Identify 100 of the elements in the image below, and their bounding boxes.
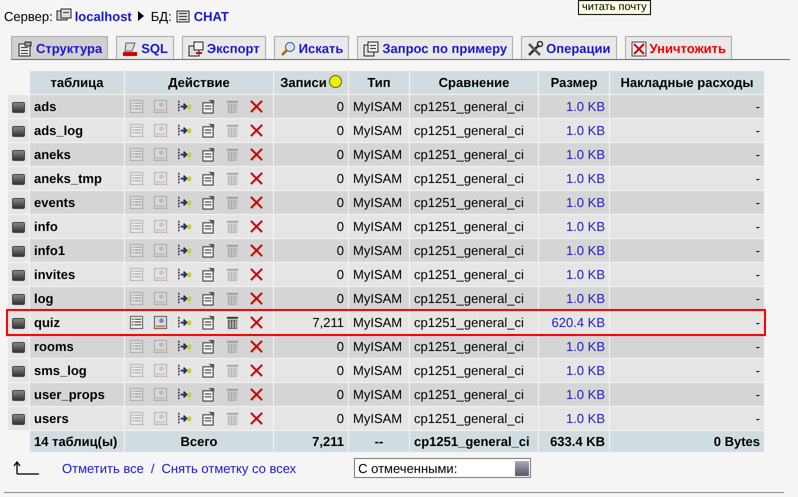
insert-icon[interactable] (177, 291, 192, 306)
table-name[interactable]: ads (30, 95, 124, 118)
checkbox[interactable] (12, 366, 25, 378)
table-name[interactable]: quiz (30, 311, 124, 334)
document-icon[interactable] (201, 99, 216, 114)
cross-icon[interactable] (249, 171, 264, 186)
table-name[interactable]: aneks_tmp (30, 167, 124, 190)
cross-icon[interactable] (249, 99, 264, 114)
insert-icon[interactable] (177, 171, 192, 186)
cross-icon[interactable] (249, 387, 264, 402)
server-link[interactable]: localhost (74, 8, 132, 24)
size-link[interactable]: 620.4 KB (539, 311, 609, 334)
tab[interactable]: Структура (11, 36, 108, 59)
size-link[interactable]: 1.0 KB (539, 335, 609, 358)
cross-icon[interactable] (249, 219, 264, 234)
list-icon[interactable] (129, 315, 144, 330)
checkbox[interactable] (12, 198, 25, 210)
insert-icon[interactable] (177, 195, 192, 210)
cross-icon[interactable] (249, 243, 264, 258)
tab[interactable]: Операции (521, 36, 617, 59)
size-link[interactable]: 1.0 KB (539, 407, 609, 430)
insert-icon[interactable] (177, 387, 192, 402)
document-icon[interactable] (201, 243, 216, 258)
document-icon[interactable] (201, 387, 216, 402)
with-selected-dropdown[interactable]: С отмеченными: (354, 458, 532, 478)
checkbox[interactable] (12, 414, 25, 426)
document-icon[interactable] (201, 171, 216, 186)
checkbox[interactable] (12, 222, 25, 234)
checkbox[interactable] (12, 390, 25, 402)
tab[interactable]: Уничтожить (624, 36, 732, 59)
document-icon[interactable] (201, 315, 216, 330)
checkbox[interactable] (12, 246, 25, 258)
table-name[interactable]: events (30, 191, 124, 214)
size-link[interactable]: 1.0 KB (539, 287, 609, 310)
document-icon[interactable] (201, 363, 216, 378)
cross-icon[interactable] (249, 147, 264, 162)
size-link[interactable]: 1.0 KB (539, 383, 609, 406)
cross-icon[interactable] (249, 411, 264, 426)
size-link[interactable]: 1.0 KB (539, 239, 609, 262)
insert-icon[interactable] (177, 315, 192, 330)
table-name[interactable]: info1 (30, 239, 124, 262)
document-icon[interactable] (201, 411, 216, 426)
insert-icon[interactable] (177, 123, 192, 138)
cross-icon[interactable] (249, 315, 264, 330)
checkbox[interactable] (12, 150, 25, 162)
cross-icon[interactable] (249, 291, 264, 306)
table-name[interactable]: ads_log (30, 119, 124, 142)
tab[interactable]: SQL (116, 36, 174, 59)
table-name[interactable]: aneks (30, 143, 124, 166)
insert-icon[interactable] (177, 267, 192, 282)
document-icon[interactable] (201, 147, 216, 162)
size-link[interactable]: 1.0 KB (539, 263, 609, 286)
size-link[interactable]: 1.0 KB (539, 119, 609, 142)
table-name[interactable]: sms_log (30, 359, 124, 382)
table-name[interactable]: invites (30, 263, 124, 286)
table-name[interactable]: user_props (30, 383, 124, 406)
table-name[interactable]: rooms (30, 335, 124, 358)
document-icon[interactable] (201, 123, 216, 138)
tab[interactable]: Запрос по примеру (357, 36, 514, 59)
cross-icon[interactable] (249, 339, 264, 354)
checkbox[interactable] (12, 102, 25, 114)
table-name[interactable]: info (30, 215, 124, 238)
size-link[interactable]: 1.0 KB (539, 167, 609, 190)
size-link[interactable]: 1.0 KB (539, 359, 609, 382)
document-icon[interactable] (201, 219, 216, 234)
table-name[interactable]: users (30, 407, 124, 430)
insert-icon[interactable] (177, 219, 192, 234)
cross-icon[interactable] (249, 123, 264, 138)
insert-icon[interactable] (177, 243, 192, 258)
check-all-link[interactable]: Отметить все (62, 460, 144, 476)
document-icon[interactable] (201, 267, 216, 282)
trash-icon[interactable] (225, 315, 240, 330)
insert-icon[interactable] (177, 363, 192, 378)
checkbox[interactable] (12, 174, 25, 186)
cross-icon[interactable] (249, 363, 264, 378)
insert-icon[interactable] (177, 339, 192, 354)
checkbox[interactable] (12, 126, 25, 138)
checkbox[interactable] (12, 342, 25, 354)
database-link[interactable]: CHAT (194, 8, 229, 24)
checkbox[interactable] (12, 318, 25, 330)
size-link[interactable]: 1.0 KB (539, 215, 609, 238)
insert-icon[interactable] (177, 411, 192, 426)
document-icon[interactable] (201, 339, 216, 354)
table-cell: - (610, 191, 764, 214)
uncheck-all-link[interactable]: Снять отметку со всех (161, 460, 296, 476)
tab[interactable]: Экспорт (182, 36, 266, 59)
tab[interactable]: Искать (274, 36, 350, 59)
size-link[interactable]: 1.0 KB (539, 191, 609, 214)
checkbox[interactable] (12, 270, 25, 282)
size-link[interactable]: 1.0 KB (539, 143, 609, 166)
size-link[interactable]: 1.0 KB (539, 95, 609, 118)
table-name[interactable]: log (30, 287, 124, 310)
cross-icon[interactable] (249, 267, 264, 282)
picture-icon[interactable] (153, 315, 168, 330)
document-icon[interactable] (201, 291, 216, 306)
insert-icon[interactable] (177, 147, 192, 162)
checkbox[interactable] (12, 294, 25, 306)
cross-icon[interactable] (249, 195, 264, 210)
insert-icon[interactable] (177, 99, 192, 114)
document-icon[interactable] (201, 195, 216, 210)
